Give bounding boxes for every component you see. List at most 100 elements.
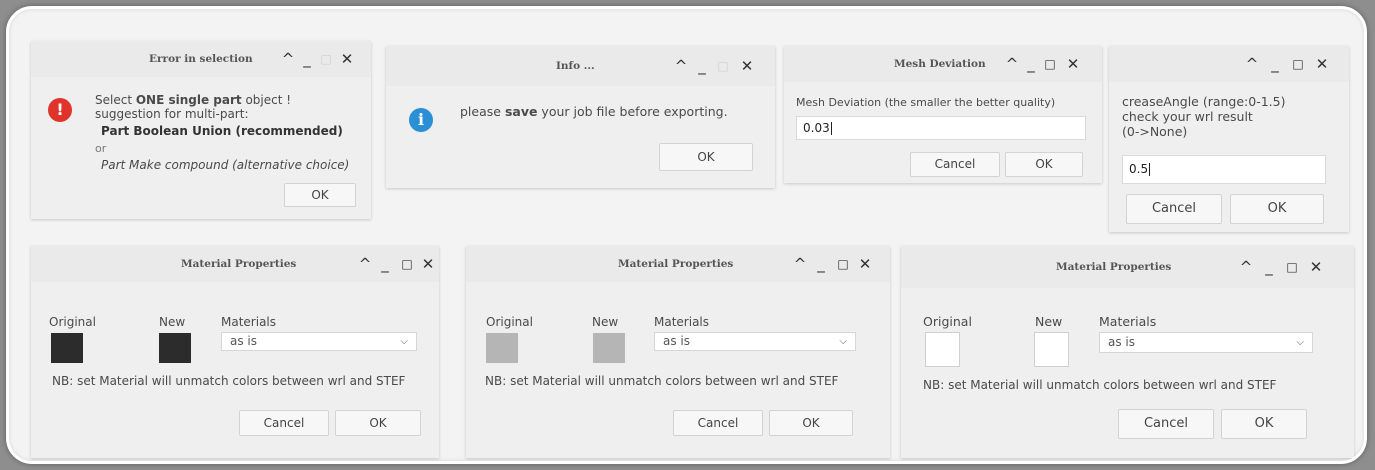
cancel-button[interactable]: Cancel (910, 152, 1000, 177)
close-icon[interactable]: ✕ (419, 246, 437, 282)
dialog-title: Material Properties (181, 258, 297, 270)
minimize-icon[interactable]: ^ (672, 46, 690, 86)
materials-select[interactable]: as is ⌵ (654, 332, 856, 351)
materials-label: Materials (221, 315, 277, 329)
ok-button[interactable]: OK (284, 183, 356, 207)
restore-icon[interactable]: _ (376, 246, 394, 282)
mesh-deviation-dialog: Mesh Deviation ^ _ □ ✕ Mesh Deviation (t… (784, 46, 1102, 183)
close-icon[interactable]: ✕ (738, 46, 756, 86)
new-color-swatch[interactable] (1034, 332, 1069, 367)
minimize-icon[interactable]: ^ (1237, 246, 1255, 288)
maximize-icon[interactable]: □ (714, 46, 732, 86)
title-bar[interactable]: Material Properties ^ _ □ ✕ (31, 246, 439, 282)
mesh-deviation-label: Mesh Deviation (the smaller the better q… (796, 96, 1056, 109)
original-color-swatch (486, 333, 518, 363)
chevron-down-icon: ⌵ (400, 336, 408, 347)
ok-button[interactable]: OK (335, 410, 421, 436)
material-dialog-3: Material Properties ^ _ □ ✕ Original New… (901, 246, 1354, 458)
materials-select[interactable]: as is ⌵ (1099, 332, 1313, 353)
close-icon[interactable]: ✕ (1064, 46, 1082, 82)
close-icon[interactable]: ✕ (338, 41, 356, 77)
ok-button[interactable]: OK (769, 410, 853, 436)
dialog-title: Error in selection (149, 53, 253, 65)
maximize-icon[interactable]: □ (1289, 46, 1307, 82)
ok-button[interactable]: OK (1230, 194, 1324, 224)
title-bar[interactable]: ^ _ □ ✕ (1109, 46, 1349, 82)
error-line-1: Select ONE single part object ! (95, 93, 292, 107)
new-label: New (592, 315, 619, 329)
minimize-icon[interactable]: ^ (1243, 46, 1261, 82)
crease-angle-input[interactable]: 0.5 (1122, 155, 1326, 184)
restore-icon[interactable]: _ (693, 46, 711, 86)
screenshot-frame: Error in selection ^ _ □ ✕ ! Select ONE … (6, 6, 1367, 464)
original-label: Original (49, 315, 96, 329)
mesh-deviation-input[interactable]: 0.03 (796, 116, 1086, 140)
original-label: Original (486, 315, 533, 329)
info-message: please save your job file before exporti… (460, 104, 728, 119)
error-dialog: Error in selection ^ _ □ ✕ ! Select ONE … (31, 41, 371, 219)
title-bar[interactable]: Error in selection ^ _ □ ✕ (31, 41, 371, 77)
title-bar[interactable]: Info ... ^ _ □ ✕ (386, 46, 775, 86)
new-label: New (1035, 314, 1063, 329)
materials-select[interactable]: as is ⌵ (221, 332, 417, 351)
error-icon: ! (48, 98, 72, 122)
info-icon: i (409, 108, 433, 132)
dialog-title: Material Properties (618, 258, 734, 270)
cancel-button[interactable]: Cancel (1118, 409, 1214, 439)
close-icon[interactable]: ✕ (1307, 246, 1325, 288)
materials-label: Materials (1099, 314, 1157, 329)
cancel-button[interactable]: Cancel (673, 410, 763, 436)
material-note: NB: set Material will unmatch colors bet… (485, 374, 839, 388)
dialog-title: Material Properties (1056, 261, 1172, 273)
ok-button[interactable]: OK (659, 143, 753, 171)
new-color-swatch[interactable] (593, 333, 625, 363)
title-bar[interactable]: Material Properties ^ _ □ ✕ (901, 246, 1354, 288)
close-icon[interactable]: ✕ (1313, 46, 1331, 82)
error-line-4: or (95, 142, 107, 155)
minimize-icon[interactable]: ^ (279, 41, 297, 77)
new-label: New (159, 315, 186, 329)
maximize-icon[interactable]: □ (1041, 46, 1059, 82)
maximize-icon[interactable]: □ (317, 41, 335, 77)
crease-angle-value: 0.5 (1129, 162, 1149, 176)
cancel-button[interactable]: Cancel (239, 410, 329, 436)
minimize-icon[interactable]: ^ (356, 246, 374, 282)
minimize-icon[interactable]: ^ (791, 246, 809, 282)
crease-label-3: (0->None) (1122, 124, 1188, 139)
material-dialog-1: Material Properties ^ _ □ ✕ Original New… (31, 246, 439, 458)
chevron-down-icon: ⌵ (839, 336, 847, 347)
minimize-icon[interactable]: ^ (1003, 46, 1021, 82)
chevron-down-icon: ⌵ (1296, 337, 1304, 348)
dialog-title: Info ... (556, 60, 595, 72)
maximize-icon[interactable]: □ (1283, 246, 1301, 288)
original-label: Original (923, 314, 972, 329)
crease-label-2: check your wrl result (1122, 109, 1253, 124)
crease-angle-dialog: ^ _ □ ✕ creaseAngle (range:0-1.5) check … (1109, 46, 1349, 232)
material-note: NB: set Material will unmatch colors bet… (52, 374, 406, 388)
mesh-deviation-value: 0.03 (803, 121, 830, 135)
error-line-2: suggestion for multi-part: (95, 107, 249, 121)
restore-icon[interactable]: _ (1266, 46, 1284, 82)
restore-icon[interactable]: _ (1022, 46, 1040, 82)
maximize-icon[interactable]: □ (834, 246, 852, 282)
restore-icon[interactable]: _ (298, 41, 316, 77)
close-icon[interactable]: ✕ (856, 246, 874, 282)
error-line-3: Part Boolean Union (recommended) (101, 124, 343, 138)
maximize-icon[interactable]: □ (398, 246, 416, 282)
error-line-5: Part Make compound (alternative choice) (101, 158, 350, 172)
restore-icon[interactable]: _ (812, 246, 830, 282)
ok-button[interactable]: OK (1005, 152, 1083, 177)
cancel-button[interactable]: Cancel (1126, 194, 1222, 224)
restore-icon[interactable]: _ (1260, 246, 1278, 288)
crease-label-1: creaseAngle (range:0-1.5) (1122, 94, 1286, 109)
dialog-title: Mesh Deviation (894, 58, 986, 70)
materials-label: Materials (654, 315, 710, 329)
material-dialog-2: Material Properties ^ _ □ ✕ Original New… (466, 246, 890, 458)
new-color-swatch[interactable] (159, 333, 191, 363)
ok-button[interactable]: OK (1221, 409, 1307, 439)
info-dialog: Info ... ^ _ □ ✕ i please save your job … (386, 46, 775, 188)
title-bar[interactable]: Mesh Deviation ^ _ □ ✕ (784, 46, 1102, 82)
original-color-swatch (925, 332, 960, 367)
title-bar[interactable]: Material Properties ^ _ □ ✕ (466, 246, 890, 282)
original-color-swatch (51, 333, 83, 363)
